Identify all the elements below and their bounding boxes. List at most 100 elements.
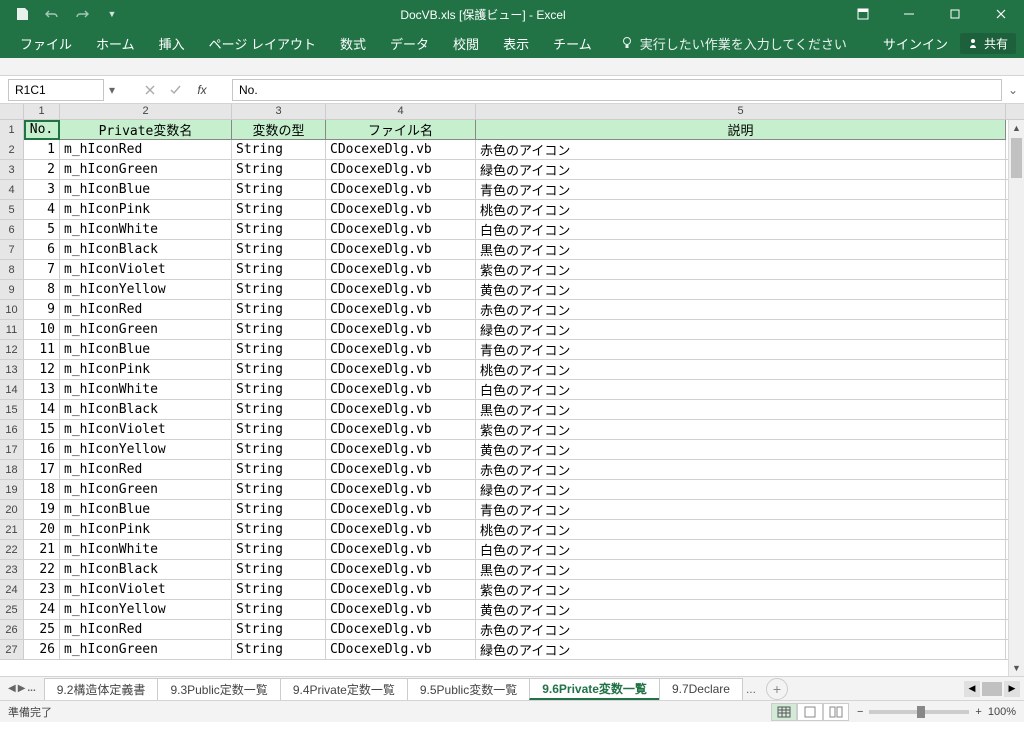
cell-desc[interactable]: 桃色のアイコン bbox=[476, 520, 1006, 539]
cell-var[interactable]: m_hIconPink bbox=[60, 200, 232, 219]
ribbon-tab-7[interactable]: 表示 bbox=[491, 28, 541, 58]
cell-no[interactable]: 5 bbox=[24, 220, 60, 239]
cell-no[interactable]: 26 bbox=[24, 640, 60, 659]
sheet-tab[interactable]: 9.5Public変数一覧 bbox=[407, 678, 530, 700]
cell-desc[interactable]: 緑色のアイコン bbox=[476, 480, 1006, 499]
hscroll-right[interactable]: ▶ bbox=[1004, 681, 1020, 697]
cell-desc[interactable]: 白色のアイコン bbox=[476, 540, 1006, 559]
cell-no[interactable]: 12 bbox=[24, 360, 60, 379]
sheet-tab[interactable]: 9.3Public定数一覧 bbox=[157, 678, 280, 700]
cell-desc[interactable]: 紫色のアイコン bbox=[476, 580, 1006, 599]
cell-var[interactable]: m_hIconYellow bbox=[60, 600, 232, 619]
undo-button[interactable] bbox=[38, 2, 66, 26]
row-header[interactable]: 12 bbox=[0, 340, 24, 359]
row-header[interactable]: 25 bbox=[0, 600, 24, 619]
cell-no[interactable]: 24 bbox=[24, 600, 60, 619]
cell-desc[interactable]: 赤色のアイコン bbox=[476, 300, 1006, 319]
cell-var[interactable]: m_hIconPink bbox=[60, 360, 232, 379]
cell-var[interactable]: m_hIconViolet bbox=[60, 260, 232, 279]
cell-var[interactable]: m_hIconYellow bbox=[60, 280, 232, 299]
ribbon-tab-4[interactable]: 数式 bbox=[328, 28, 378, 58]
cell-type[interactable]: String bbox=[232, 320, 326, 339]
cell-no[interactable]: 17 bbox=[24, 460, 60, 479]
cell-type[interactable]: String bbox=[232, 380, 326, 399]
cell-file[interactable]: CDocexeDlg.vb bbox=[326, 500, 476, 519]
new-sheet-button[interactable]: + bbox=[766, 678, 788, 700]
hscroll-left[interactable]: ◀ bbox=[964, 681, 980, 697]
cell-desc[interactable]: 白色のアイコン bbox=[476, 220, 1006, 239]
cell-no[interactable]: 18 bbox=[24, 480, 60, 499]
cell-var[interactable]: m_hIconGreen bbox=[60, 480, 232, 499]
cell-var[interactable]: m_hIconWhite bbox=[60, 220, 232, 239]
cell-no[interactable]: 23 bbox=[24, 580, 60, 599]
cell-file[interactable]: CDocexeDlg.vb bbox=[326, 380, 476, 399]
cell-no[interactable]: 14 bbox=[24, 400, 60, 419]
cell-no[interactable]: 8 bbox=[24, 280, 60, 299]
cell-type[interactable]: String bbox=[232, 400, 326, 419]
hscroll-thumb[interactable] bbox=[982, 682, 1002, 696]
cell-var[interactable]: m_hIconBlack bbox=[60, 240, 232, 259]
sheet-tab[interactable]: 9.4Private定数一覧 bbox=[280, 678, 408, 700]
row-header[interactable]: 23 bbox=[0, 560, 24, 579]
cell-no[interactable]: 25 bbox=[24, 620, 60, 639]
cell-desc[interactable]: 黄色のアイコン bbox=[476, 280, 1006, 299]
enter-formula-button[interactable] bbox=[164, 79, 188, 101]
cell-file[interactable]: CDocexeDlg.vb bbox=[326, 520, 476, 539]
row-header[interactable]: 1 bbox=[0, 120, 24, 140]
row-header[interactable]: 10 bbox=[0, 300, 24, 319]
signin-link[interactable]: サインイン bbox=[883, 34, 948, 53]
cell-desc[interactable]: 黄色のアイコン bbox=[476, 440, 1006, 459]
cell-var[interactable]: m_hIconBlue bbox=[60, 500, 232, 519]
cell-var[interactable]: m_hIconYellow bbox=[60, 440, 232, 459]
cell-var[interactable]: m_hIconRed bbox=[60, 460, 232, 479]
cell-type[interactable]: String bbox=[232, 180, 326, 199]
cell-type[interactable]: String bbox=[232, 540, 326, 559]
close-button[interactable] bbox=[978, 0, 1024, 28]
cell-var[interactable]: m_hIconViolet bbox=[60, 420, 232, 439]
ribbon-tab-5[interactable]: データ bbox=[378, 28, 441, 58]
cell-file[interactable]: CDocexeDlg.vb bbox=[326, 480, 476, 499]
cell-type[interactable]: String bbox=[232, 420, 326, 439]
formula-input[interactable]: No. bbox=[232, 79, 1002, 101]
name-box-dropdown[interactable]: ▾ bbox=[104, 83, 120, 97]
row-header[interactable]: 4 bbox=[0, 180, 24, 199]
save-button[interactable] bbox=[8, 2, 36, 26]
row-header[interactable]: 9 bbox=[0, 280, 24, 299]
cell-type[interactable]: String bbox=[232, 620, 326, 639]
ribbon-tab-8[interactable]: チーム bbox=[541, 28, 604, 58]
cell-file[interactable]: CDocexeDlg.vb bbox=[326, 400, 476, 419]
select-all-corner[interactable] bbox=[0, 104, 24, 119]
maximize-button[interactable] bbox=[932, 0, 978, 28]
sheet-nav-next[interactable]: ▶ bbox=[18, 683, 26, 694]
cell-var[interactable]: m_hIconBlack bbox=[60, 400, 232, 419]
cell-var[interactable]: m_hIconPink bbox=[60, 520, 232, 539]
row-header[interactable]: 26 bbox=[0, 620, 24, 639]
cell-file[interactable]: CDocexeDlg.vb bbox=[326, 220, 476, 239]
cell-var[interactable]: m_hIconGreen bbox=[60, 160, 232, 179]
row-header[interactable]: 5 bbox=[0, 200, 24, 219]
cell-desc[interactable]: 桃色のアイコン bbox=[476, 200, 1006, 219]
cell-desc[interactable]: 黒色のアイコン bbox=[476, 400, 1006, 419]
cell-no[interactable]: 15 bbox=[24, 420, 60, 439]
cell-desc[interactable]: 赤色のアイコン bbox=[476, 620, 1006, 639]
page-break-view-button[interactable] bbox=[823, 703, 849, 721]
cell-desc[interactable]: 白色のアイコン bbox=[476, 380, 1006, 399]
cell-no[interactable]: 9 bbox=[24, 300, 60, 319]
cell-file[interactable]: CDocexeDlg.vb bbox=[326, 260, 476, 279]
row-header[interactable]: 27 bbox=[0, 640, 24, 659]
cell-file[interactable]: CDocexeDlg.vb bbox=[326, 280, 476, 299]
cell-no[interactable]: 11 bbox=[24, 340, 60, 359]
cell-type[interactable]: String bbox=[232, 140, 326, 159]
cell-file[interactable]: CDocexeDlg.vb bbox=[326, 540, 476, 559]
cell-var[interactable]: m_hIconGreen bbox=[60, 320, 232, 339]
row-header[interactable]: 22 bbox=[0, 540, 24, 559]
cell-type[interactable]: String bbox=[232, 460, 326, 479]
cell-no[interactable]: 19 bbox=[24, 500, 60, 519]
cell-file[interactable]: CDocexeDlg.vb bbox=[326, 140, 476, 159]
scroll-down-arrow[interactable]: ▼ bbox=[1009, 660, 1024, 676]
cell-no[interactable]: 3 bbox=[24, 180, 60, 199]
row-header[interactable]: 3 bbox=[0, 160, 24, 179]
cell-no[interactable]: 7 bbox=[24, 260, 60, 279]
row-header[interactable]: 13 bbox=[0, 360, 24, 379]
header-file[interactable]: ファイル名 bbox=[326, 120, 476, 140]
